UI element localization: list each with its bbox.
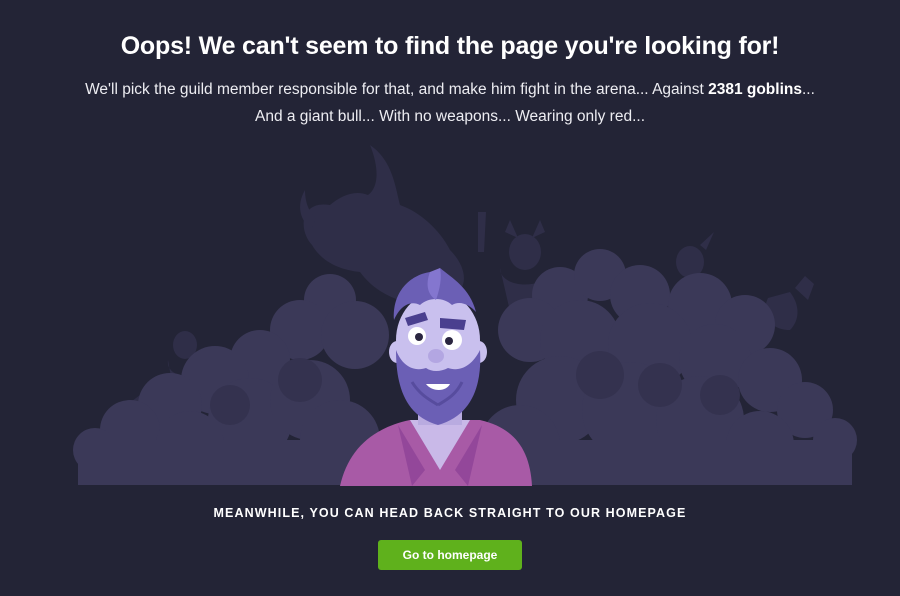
homepage-prompt: MEANWHILE, YOU CAN HEAD BACK STRAIGHT TO… — [213, 506, 687, 520]
message-line1-end: ... — [801, 81, 815, 98]
not-found-page: Oops! We can't seem to find the page you… — [0, 0, 900, 596]
goblin-count: 2381 goblins — [708, 81, 802, 98]
message-line1-start: We'll pick the guild member responsible … — [85, 81, 709, 98]
go-to-homepage-button[interactable]: Go to homepage — [378, 540, 522, 570]
message-line2: And a giant bull... With no weapons... W… — [254, 108, 645, 125]
arena-illustration — [73, 145, 857, 486]
bearded-man — [340, 268, 532, 486]
error-message: We'll pick the guild member responsible … — [60, 76, 840, 130]
page-title: Oops! We can't seem to find the page you… — [120, 32, 780, 60]
